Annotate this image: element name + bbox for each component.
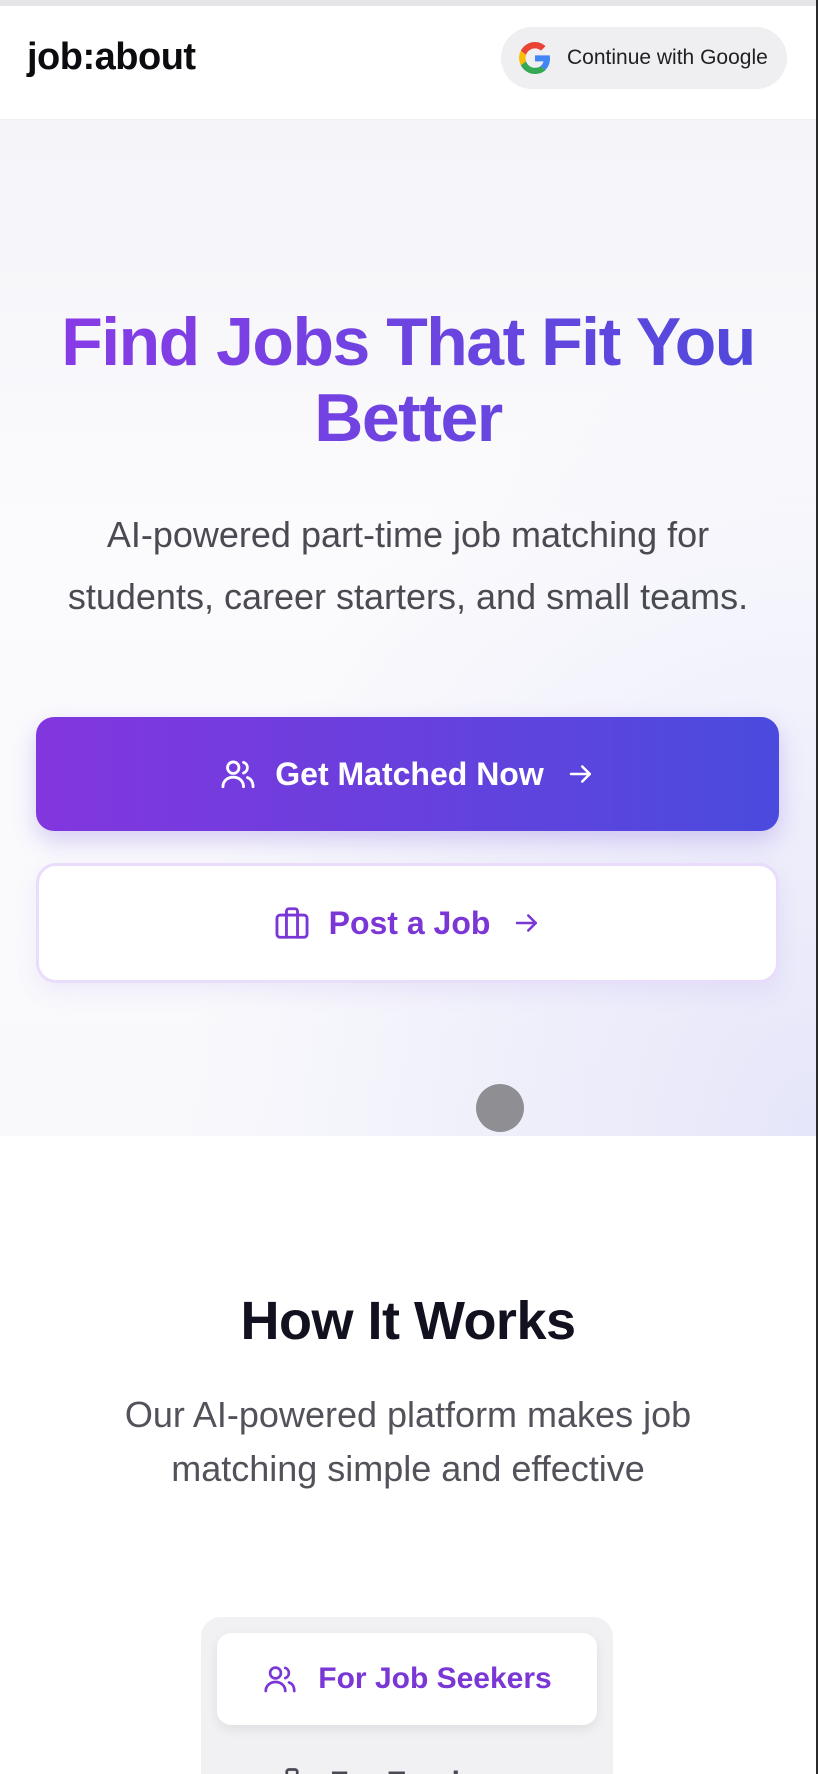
tab-job-seekers-label: For Job Seekers: [318, 1662, 552, 1695]
how-it-works-subtitle: Our AI-powered platform makes job matchi…: [124, 1394, 692, 1489]
briefcase-icon: [275, 907, 309, 939]
post-a-job-label: Post a Job: [328, 904, 491, 941]
hero-title: Find Jobs That Fit You Better: [30, 304, 786, 456]
how-it-works-title: How It Works: [240, 1291, 576, 1351]
tab-employers-label: For Employers: [330, 1766, 540, 1774]
touch-indicator: [476, 1084, 524, 1132]
hero-subtitle: AI-powered part-time job matching for st…: [67, 514, 749, 617]
tab-employers[interactable]: For Employers: [217, 1737, 597, 1774]
briefcase-icon: [285, 1768, 299, 1774]
users-icon: [264, 1666, 296, 1693]
arrow-right-icon: [516, 914, 538, 932]
app-frame: job:about Continue with Google Find Jobs…: [0, 0, 818, 1774]
users-icon: [221, 760, 255, 789]
site-logo[interactable]: job:about: [27, 36, 196, 79]
arrow-right-icon: [569, 765, 591, 783]
google-g-icon: [519, 42, 550, 74]
get-matched-now-button[interactable]: Get Matched Now: [36, 717, 779, 831]
audience-tabs: For Job Seekers For Employers: [201, 1617, 613, 1774]
tab-job-seekers[interactable]: For Job Seekers: [217, 1633, 597, 1725]
continue-with-google-button[interactable]: Continue with Google: [501, 27, 787, 89]
post-a-job-button[interactable]: Post a Job: [36, 863, 779, 983]
site-header: job:about Continue with Google: [0, 6, 816, 120]
google-button-label: Continue with Google: [567, 46, 768, 69]
get-matched-now-label: Get Matched Now: [275, 755, 544, 792]
hero-section: Find Jobs That Fit You Better AI-powered…: [0, 120, 816, 1136]
